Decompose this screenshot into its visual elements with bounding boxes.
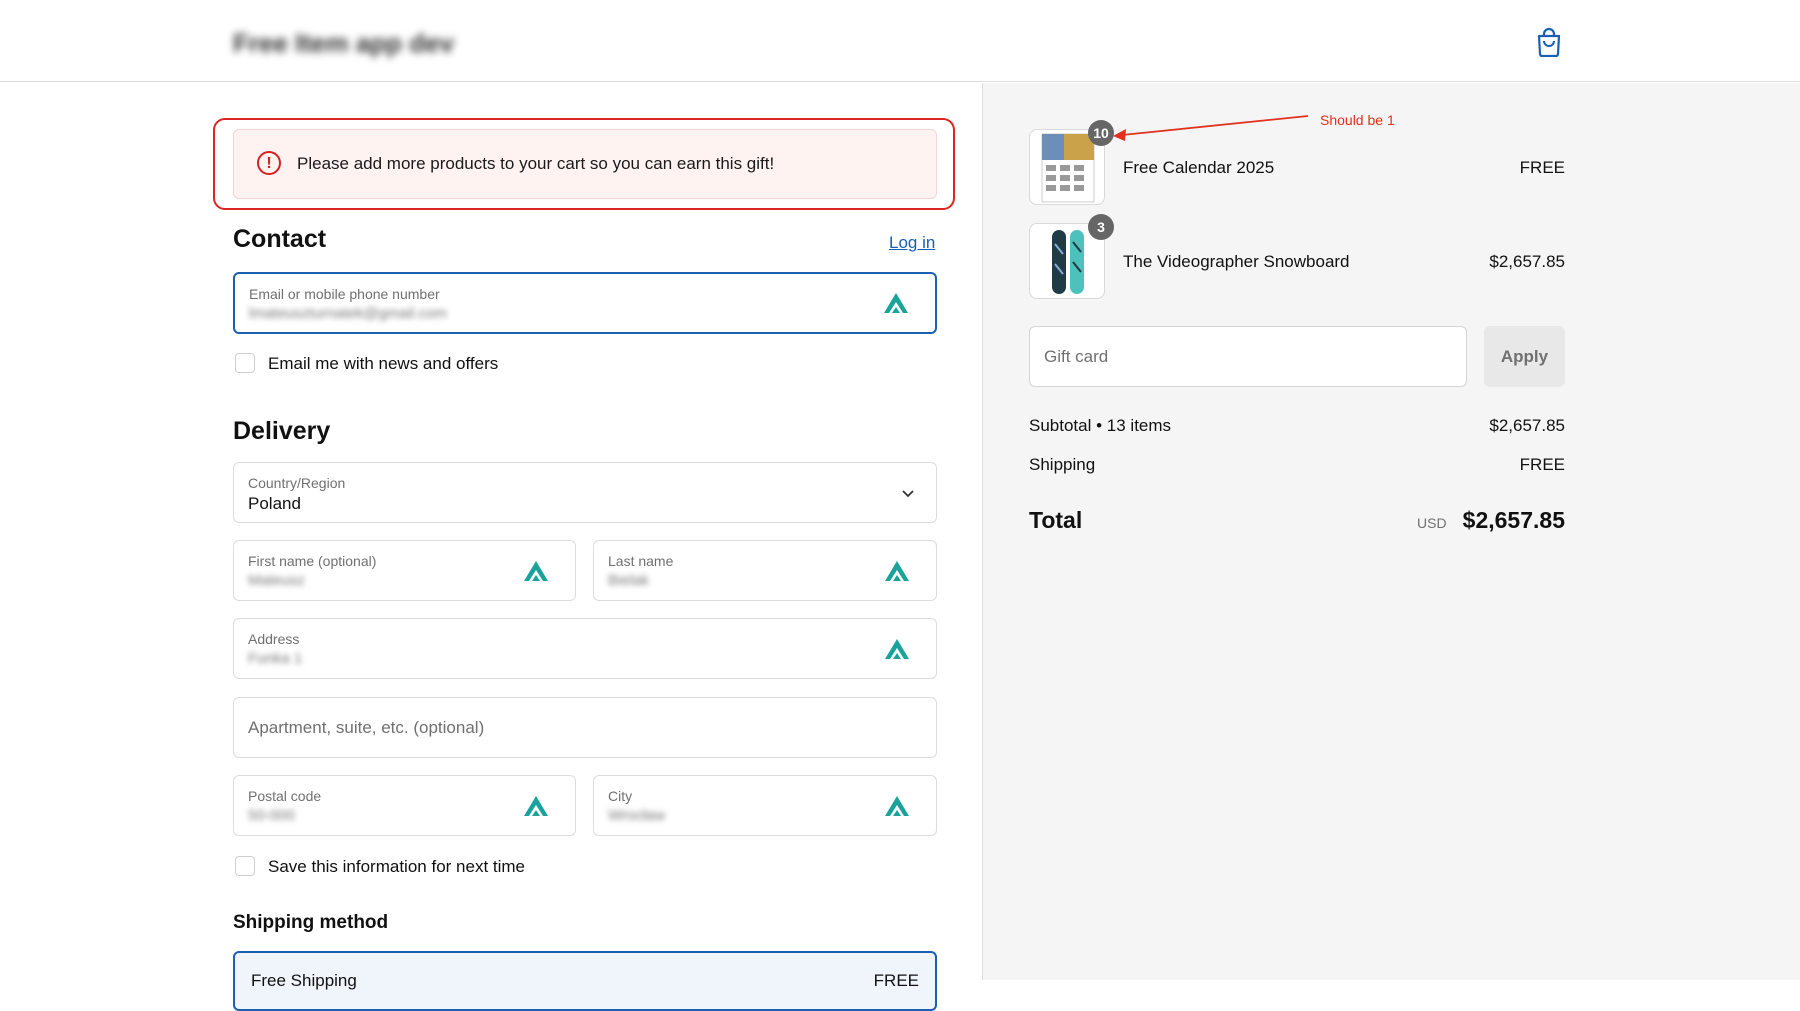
newsletter-label: Email me with news and offers <box>268 354 499 373</box>
gift-card-input[interactable]: Gift card <box>1029 326 1467 387</box>
shipping-option-free[interactable]: Free Shipping FREE <box>233 951 937 1011</box>
contact-heading: Contact <box>233 225 327 253</box>
nordpass-icon[interactable] <box>884 795 910 817</box>
nordpass-icon[interactable] <box>884 560 910 582</box>
postal-code-label: Postal code <box>248 788 322 804</box>
nordpass-icon[interactable] <box>523 795 549 817</box>
item-name: The Videographer Snowboard <box>1123 252 1350 271</box>
city-value: Wrocław <box>608 807 666 824</box>
annotation-arrow <box>1113 115 1309 141</box>
item-price: FREE <box>1519 158 1565 177</box>
city-field[interactable]: City Wrocław <box>593 775 937 836</box>
error-message: Please add more products to your cart so… <box>297 154 775 173</box>
country-select[interactable]: Country/Region Poland <box>233 462 937 523</box>
gift-card-placeholder: Gift card <box>1044 346 1109 366</box>
email-value: lmateuszturnatek@gmail.com <box>249 305 447 322</box>
address-value: Funka 1 <box>248 650 303 667</box>
product-thumbnail: 10 <box>1029 120 1114 205</box>
newsletter-checkbox[interactable] <box>235 353 255 373</box>
apartment-field[interactable]: Apartment, suite, etc. (optional) <box>233 697 937 758</box>
last-name-field[interactable]: Last name Bielak <box>593 540 937 601</box>
shopping-bag-icon[interactable] <box>1536 27 1562 58</box>
login-link[interactable]: Log in <box>889 233 935 253</box>
last-name-label: Last name <box>608 553 674 569</box>
email-label: Email or mobile phone number <box>249 286 440 302</box>
nordpass-icon[interactable] <box>523 560 549 582</box>
country-label: Country/Region <box>248 475 346 491</box>
save-info-label: Save this information for next time <box>268 857 526 876</box>
shipping-method-heading: Shipping method <box>233 912 389 933</box>
address-field[interactable]: Address Funka 1 <box>233 618 937 679</box>
postal-code-field[interactable]: Postal code 50-000 <box>233 775 576 836</box>
total-label: Total <box>1029 507 1083 533</box>
shipping-value: FREE <box>1519 455 1565 474</box>
subtotal-label: Subtotal • 13 items <box>1029 416 1172 435</box>
shipping-option-label: Free Shipping <box>251 971 357 990</box>
first-name-value: Mateusz <box>248 572 305 589</box>
save-info-checkbox[interactable] <box>235 856 255 876</box>
last-name-value: Bielak <box>608 572 649 589</box>
apply-button[interactable]: Apply <box>1484 326 1565 387</box>
first-name-field[interactable]: First name (optional) Mateusz <box>233 540 576 601</box>
shipping-label: Shipping <box>1029 455 1096 474</box>
quantity-badge: 3 <box>1088 214 1114 240</box>
delivery-heading: Delivery <box>233 417 331 445</box>
store-name[interactable]: Free Item app dev <box>233 28 454 59</box>
nordpass-icon[interactable] <box>883 292 909 314</box>
city-label: City <box>608 788 633 804</box>
shipping-option-price: FREE <box>873 971 919 990</box>
chevron-down-icon <box>902 489 914 497</box>
subtotal-value: $2,657.85 <box>1489 416 1565 435</box>
address-label: Address <box>248 631 300 647</box>
nordpass-icon[interactable] <box>884 638 910 660</box>
first-name-label: First name (optional) <box>248 553 377 569</box>
item-name: Free Calendar 2025 <box>1123 158 1275 177</box>
currency-code: USD <box>1417 515 1447 531</box>
item-price: $2,657.85 <box>1489 252 1565 271</box>
alert-circle-icon: ! <box>257 151 281 175</box>
country-value: Poland <box>248 494 301 513</box>
annotation-note: Should be 1 <box>1320 112 1395 128</box>
product-thumbnail: 3 <box>1029 214 1114 299</box>
email-field[interactable]: Email or mobile phone number lmateusztur… <box>233 272 937 334</box>
total-value: $2,657.85 <box>1462 507 1565 533</box>
postal-code-value: 50-000 <box>248 807 295 824</box>
apartment-placeholder: Apartment, suite, etc. (optional) <box>248 717 485 737</box>
